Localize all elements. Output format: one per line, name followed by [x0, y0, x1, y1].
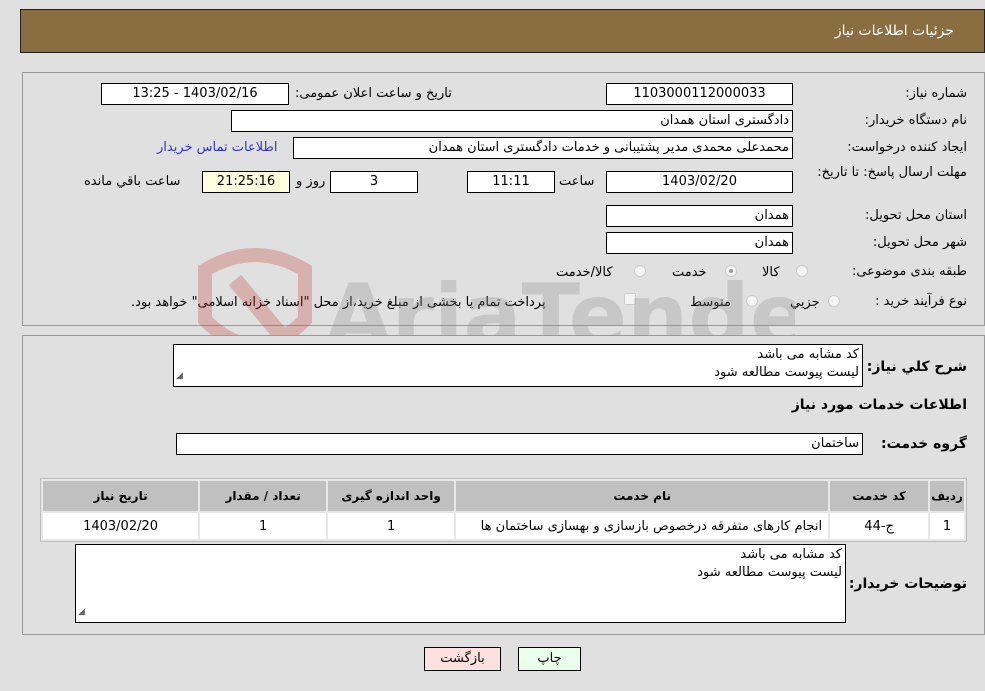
buyer-notes-textarea[interactable]: کد مشابه می باشد لیست پیوست مطالعه شود ◢	[75, 544, 846, 623]
need-number-field: 1103000112000033	[606, 83, 793, 105]
days-label: روز و	[296, 174, 326, 189]
resize-grip-icon[interactable]: ◢	[176, 367, 183, 385]
process-option-medium: متوسط	[690, 295, 731, 310]
col-unit: واحد اندازه گیری	[328, 481, 455, 511]
province-field: همدان	[606, 205, 793, 227]
summary-label: شرح كلي نياز:	[866, 359, 967, 375]
process-radio-minor[interactable]	[828, 295, 840, 307]
remaining-label: ساعت باقي مانده	[84, 174, 181, 189]
buyer-org-label: نام دستگاه خریدار:	[864, 113, 967, 128]
deadline-time-label: ساعت	[559, 174, 595, 189]
summary-textarea[interactable]: کد مشابه می باشد لیست پیوست مطالعه شود ◢	[173, 344, 863, 387]
cell-service-code: ج-44	[830, 513, 929, 539]
cell-unit: 1	[328, 513, 455, 539]
summary-line: لیست پیوست مطالعه شود	[714, 365, 859, 380]
services-table: ردیف کد خدمت نام خدمت واحد اندازه گیری ت…	[40, 478, 967, 542]
category-option-service: خدمت	[672, 265, 707, 280]
days-remaining-field: 3	[330, 171, 418, 193]
cell-service-name: انجام کارهای متفرقه درخصوص بازسازی و بهس…	[456, 513, 829, 539]
resize-grip-icon[interactable]: ◢	[78, 603, 85, 621]
treasury-payment-note: پرداخت تمام یا بخشی از مبلغ خرید،از محل …	[131, 295, 546, 310]
service-group-label: گروه خدمت:	[881, 436, 967, 452]
print-button[interactable]: چاپ	[518, 647, 581, 671]
buyer-notes-line: کد مشابه می باشد	[740, 547, 842, 562]
col-service-code: کد خدمت	[830, 481, 929, 511]
category-option-goods-service: کالا/خدمت	[556, 265, 613, 280]
cell-quantity: 1	[200, 513, 327, 539]
deadline-time-field: 11:11	[467, 171, 555, 193]
page-header: جزئیات اطلاعات نیاز	[20, 9, 985, 53]
deadline-label: مهلت ارسال پاسخ: تا تاریخ:	[817, 165, 967, 180]
col-row-number: ردیف	[930, 481, 964, 511]
summary-line: کد مشابه می باشد	[757, 347, 859, 362]
buyer-notes-line: لیست پیوست مطالعه شود	[697, 565, 842, 580]
category-radio-goods-service[interactable]	[634, 265, 646, 277]
remaining-time-field: 21:25:16	[202, 171, 290, 193]
category-radio-service[interactable]	[725, 265, 737, 277]
col-need-date: تاریخ نیاز	[43, 481, 199, 511]
buyer-org-field: دادگستری استان همدان	[231, 110, 793, 132]
table-row: 1 ج-44 انجام کارهای متفرقه درخصوص بازساز…	[43, 513, 964, 539]
creator-label: ایجاد کننده درخواست:	[847, 140, 967, 155]
category-radio-goods[interactable]	[796, 265, 808, 277]
deadline-date-field: 1403/02/20	[606, 171, 793, 193]
province-label: استان محل تحویل:	[865, 208, 967, 223]
services-heading: اطلاعات خدمات مورد نیاز	[791, 397, 967, 413]
city-label: شهر محل تحویل:	[872, 235, 967, 250]
cell-need-date: 1403/02/20	[43, 513, 199, 539]
need-number-label: شماره نیاز:	[905, 86, 967, 101]
process-option-minor: جزيي	[790, 295, 820, 310]
service-group-field: ساختمان	[176, 433, 863, 455]
col-quantity: تعداد / مقدار	[200, 481, 327, 511]
category-label: طبقه بندی موضوعی:	[851, 264, 967, 279]
announce-label: تاریخ و ساعت اعلان عمومی:	[295, 86, 452, 101]
buyer-contact-link[interactable]: اطلاعات تماس خریدار	[157, 140, 277, 155]
table-header-row: ردیف کد خدمت نام خدمت واحد اندازه گیری ت…	[43, 481, 964, 511]
cell-row-number: 1	[930, 513, 964, 539]
creator-field: محمدعلی محمدی مدیر پشتیبانی و خدمات دادگ…	[293, 137, 793, 159]
back-button[interactable]: بازگشت	[424, 647, 501, 671]
col-service-name: نام خدمت	[456, 481, 829, 511]
buyer-notes-label: توضیحات خریدار:	[848, 576, 967, 592]
process-radio-medium[interactable]	[746, 295, 758, 307]
announce-datetime-field: 1403/02/16 - 13:25	[101, 83, 289, 105]
treasury-payment-checkbox[interactable]	[624, 293, 636, 305]
category-option-goods: کالا	[762, 265, 780, 280]
page-title: جزئیات اطلاعات نیاز	[834, 23, 954, 39]
city-field: همدان	[606, 232, 793, 254]
process-label: نوع فرآیند خرید :	[875, 294, 967, 309]
